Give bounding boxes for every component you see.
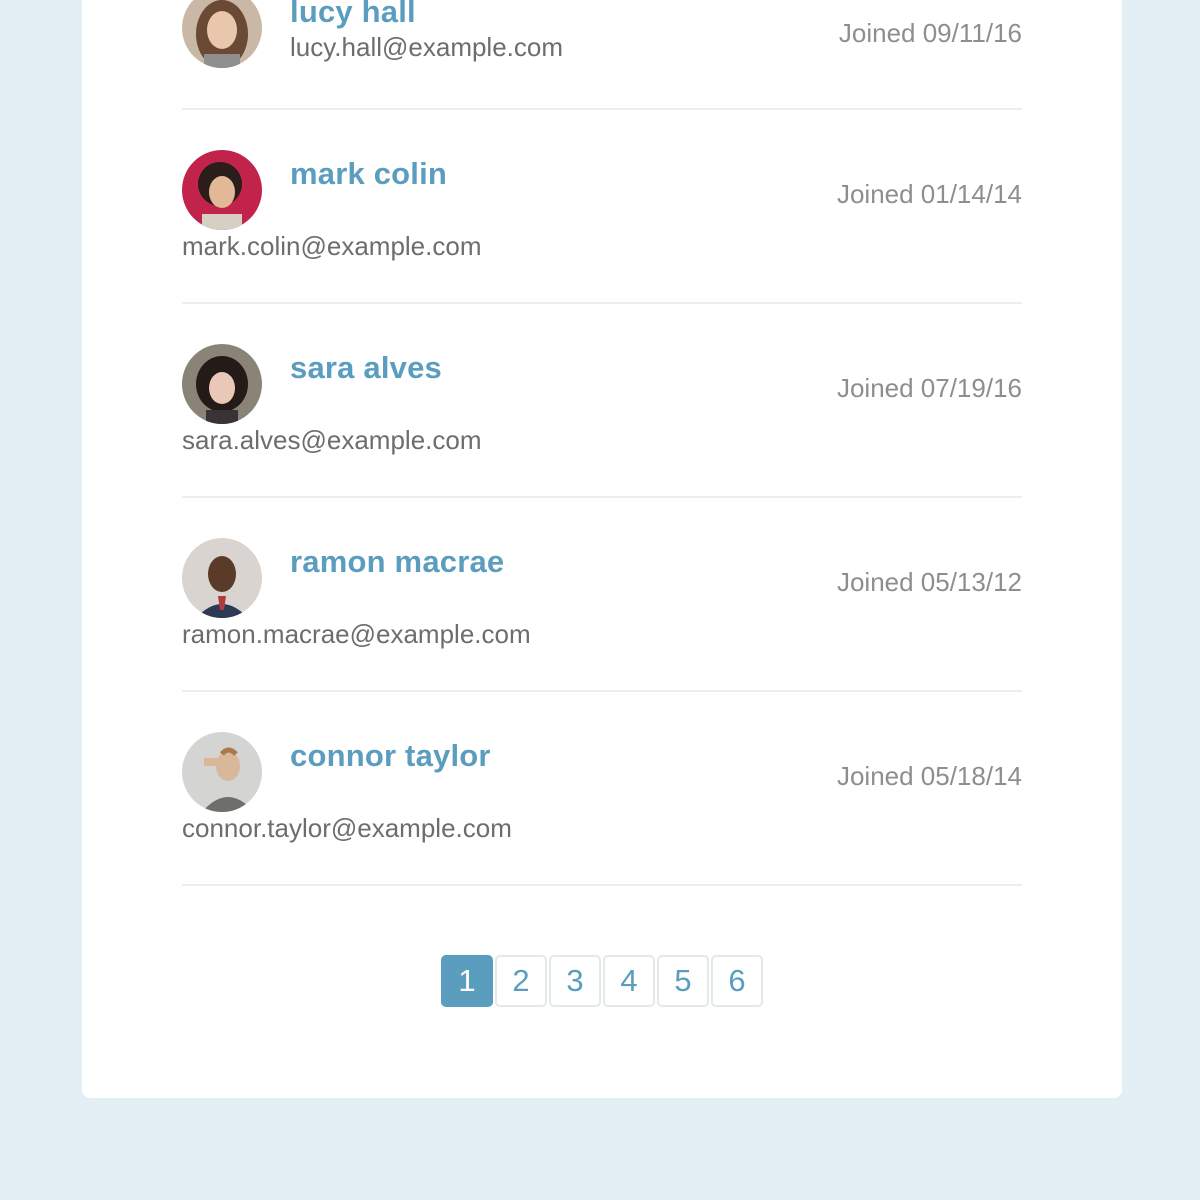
user-name[interactable]: sara alves: [290, 350, 442, 386]
user-name[interactable]: mark colin: [290, 156, 447, 192]
avatar[interactable]: [182, 344, 262, 424]
user-email: mark.colin@example.com: [182, 231, 482, 261]
joined-date: Joined 07/19/16: [836, 373, 1022, 403]
pagination: 1 2 3 4 5 6: [441, 955, 763, 1007]
page-button-2[interactable]: 2: [495, 955, 547, 1007]
page-button-1[interactable]: 1: [441, 955, 493, 1007]
page: lucy hall lucy.hall@example.com Joined 0…: [0, 0, 1200, 1200]
user-row-connor-taylor[interactable]: connor taylor connor.taylor@example.com …: [182, 692, 1022, 886]
user-row-ramon-macrae[interactable]: ramon macrae ramon.macrae@example.com Jo…: [182, 498, 1022, 692]
user-row-mark-colin[interactable]: mark colin mark.colin@example.com Joined…: [182, 110, 1022, 304]
avatar-image: [182, 538, 262, 618]
avatar[interactable]: [182, 538, 262, 618]
joined-date: Joined 09/11/16: [838, 18, 1022, 48]
avatar-image: [182, 344, 262, 424]
user-name[interactable]: ramon macrae: [290, 544, 504, 580]
user-row-lucy-hall[interactable]: lucy hall lucy.hall@example.com Joined 0…: [182, 0, 1022, 110]
avatar[interactable]: [182, 732, 262, 812]
page-button-4[interactable]: 4: [603, 955, 655, 1007]
avatar-image: [182, 732, 262, 812]
user-name[interactable]: lucy hall: [290, 0, 416, 30]
avatar[interactable]: [182, 150, 262, 230]
joined-date: Joined 05/13/12: [836, 567, 1022, 597]
user-email: connor.taylor@example.com: [182, 813, 512, 843]
user-name[interactable]: connor taylor: [290, 738, 491, 774]
avatar-image: [182, 150, 262, 230]
page-button-5[interactable]: 5: [657, 955, 709, 1007]
user-email: ramon.macrae@example.com: [182, 619, 531, 649]
page-button-6[interactable]: 6: [711, 955, 763, 1007]
page-button-3[interactable]: 3: [549, 955, 601, 1007]
user-email: lucy.hall@example.com: [290, 32, 564, 62]
avatar[interactable]: [182, 0, 262, 68]
joined-date: Joined 05/18/14: [836, 761, 1022, 791]
user-row-sara-alves[interactable]: sara alves sara.alves@example.com Joined…: [182, 304, 1022, 498]
avatar-image: [182, 0, 262, 68]
user-email: sara.alves@example.com: [182, 425, 482, 455]
joined-date: Joined 01/14/14: [836, 179, 1022, 209]
